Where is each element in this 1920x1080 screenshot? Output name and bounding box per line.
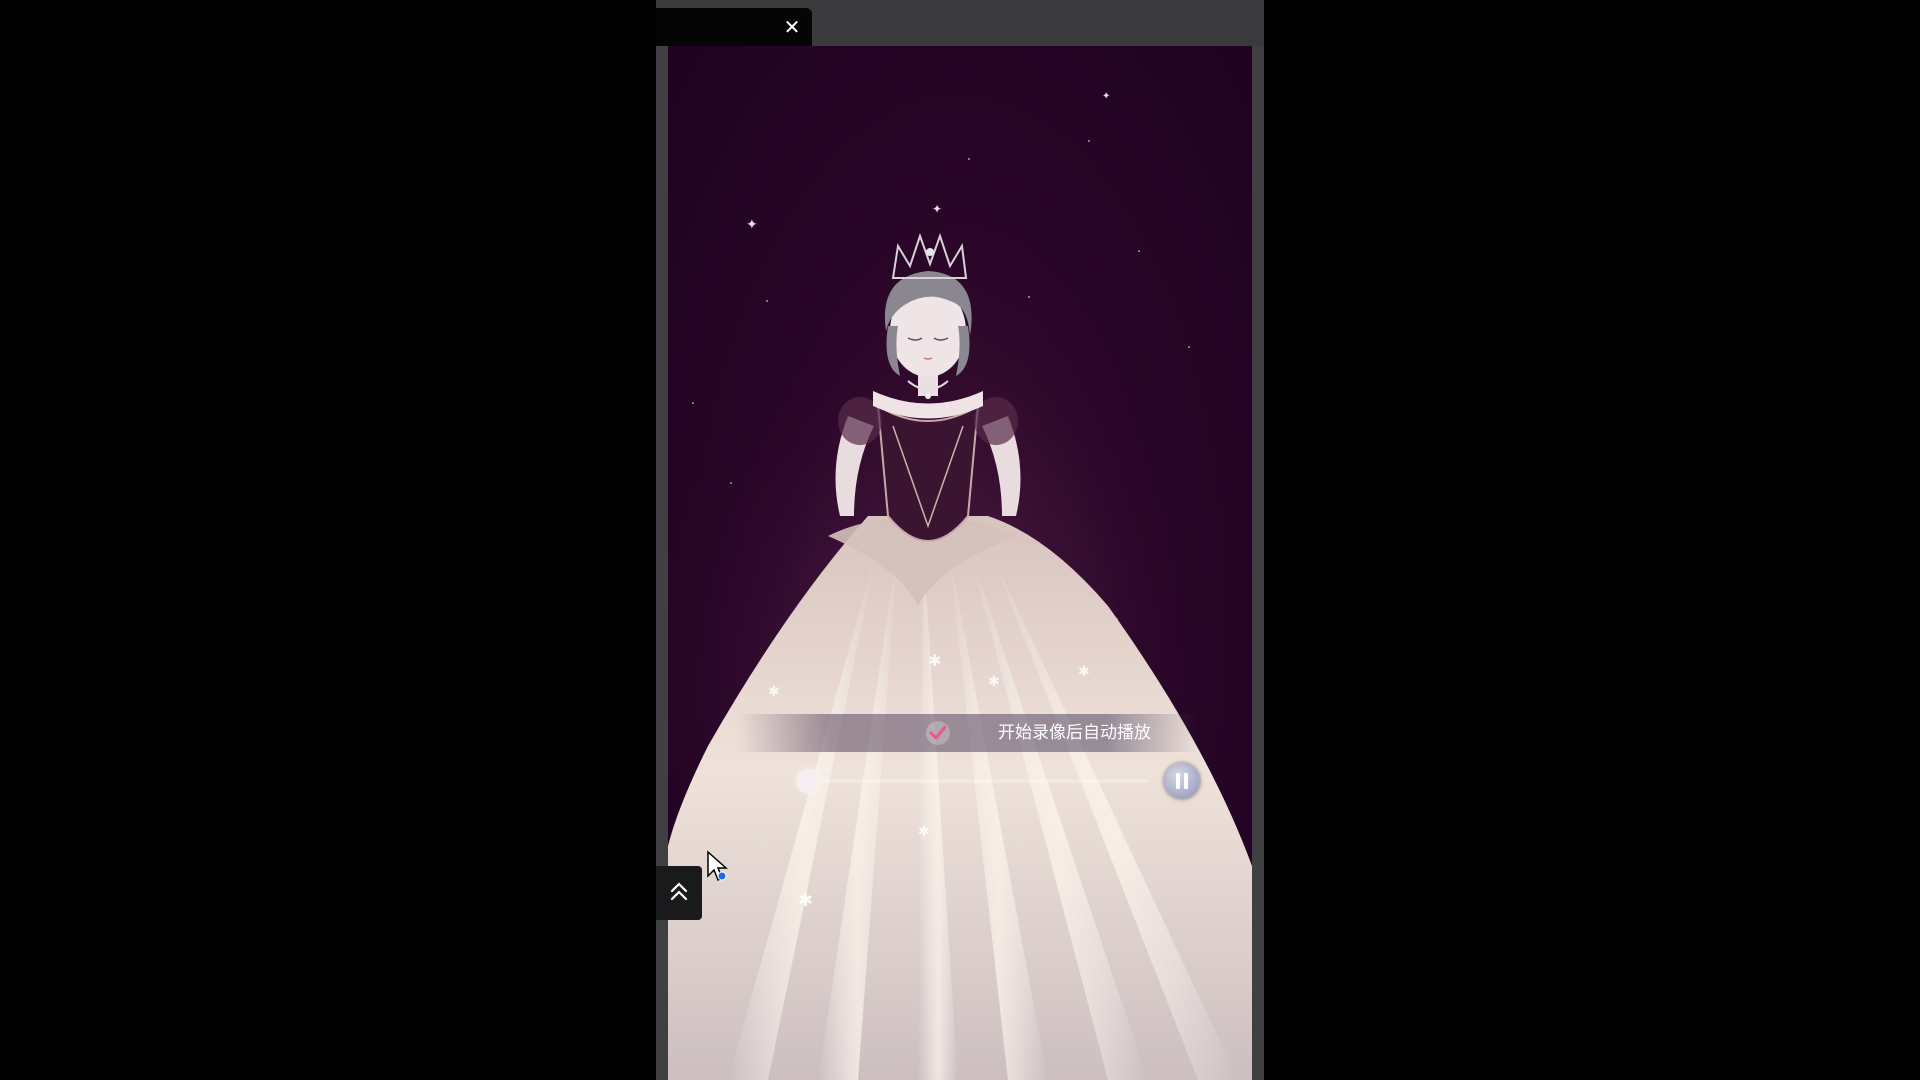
collapse-panel-button[interactable] (656, 866, 702, 920)
playback-progress-slider[interactable] (796, 769, 1148, 793)
tab-bar: ✕ (656, 0, 1264, 46)
check-icon (929, 725, 947, 740)
right-frame-rail (1252, 46, 1264, 1080)
left-frame-rail (656, 46, 668, 1080)
overlay-controls: 开始录像后自动播放 (668, 46, 1252, 1080)
double-chevron-up-icon (670, 882, 688, 901)
close-icon[interactable]: ✕ (782, 17, 802, 37)
record-autoplay-checkbox[interactable] (926, 721, 950, 745)
record-autoplay-label: 开始录像后自动播放 (998, 723, 1151, 743)
progress-slider-handle[interactable] (796, 769, 820, 793)
browser-tab[interactable]: ✕ (656, 8, 812, 46)
pause-button[interactable] (1164, 763, 1200, 799)
mouse-cursor-icon (707, 850, 728, 882)
record-autoplay-banner: 开始录像后自动播放 (738, 714, 1198, 752)
